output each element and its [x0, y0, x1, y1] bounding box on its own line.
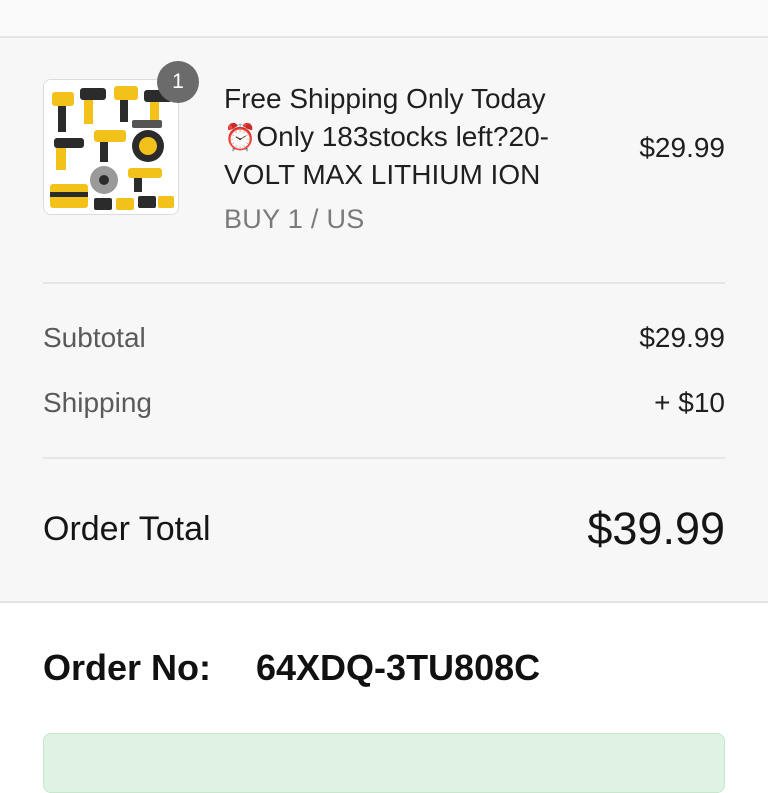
product-title-line-2: Only 183stocks left?20-: [256, 121, 549, 152]
product-price: $29.99: [639, 132, 725, 163]
order-number-label: Order No:: [43, 647, 212, 688]
order-total-label: Order Total: [43, 510, 211, 548]
divider: [43, 457, 725, 459]
power-tool-kit-image: [44, 80, 178, 214]
product-title[interactable]: Free Shipping Only Today ⏰Only 183stocks…: [224, 80, 584, 194]
subtotal-label: Subtotal: [43, 322, 146, 353]
product-variant: BUY 1 / US: [224, 204, 365, 234]
product-thumbnail[interactable]: [43, 79, 179, 215]
confirmation-notice: [43, 733, 725, 793]
top-bar: [0, 0, 768, 38]
shipping-label: Shipping: [43, 387, 152, 418]
subtotal-value: $29.99: [639, 322, 725, 353]
order-number-value: 64XDQ-3TU808C: [256, 647, 541, 688]
divider: [43, 282, 725, 284]
shipping-value: + $10: [654, 387, 725, 418]
product-title-line-3: VOLT MAX LITHIUM ION: [224, 159, 541, 190]
product-title-line-1: Free Shipping Only Today: [224, 83, 546, 114]
order-total-value: $39.99: [587, 503, 725, 554]
alarm-clock-icon: ⏰: [224, 122, 257, 152]
quantity-badge: 1: [157, 61, 199, 103]
